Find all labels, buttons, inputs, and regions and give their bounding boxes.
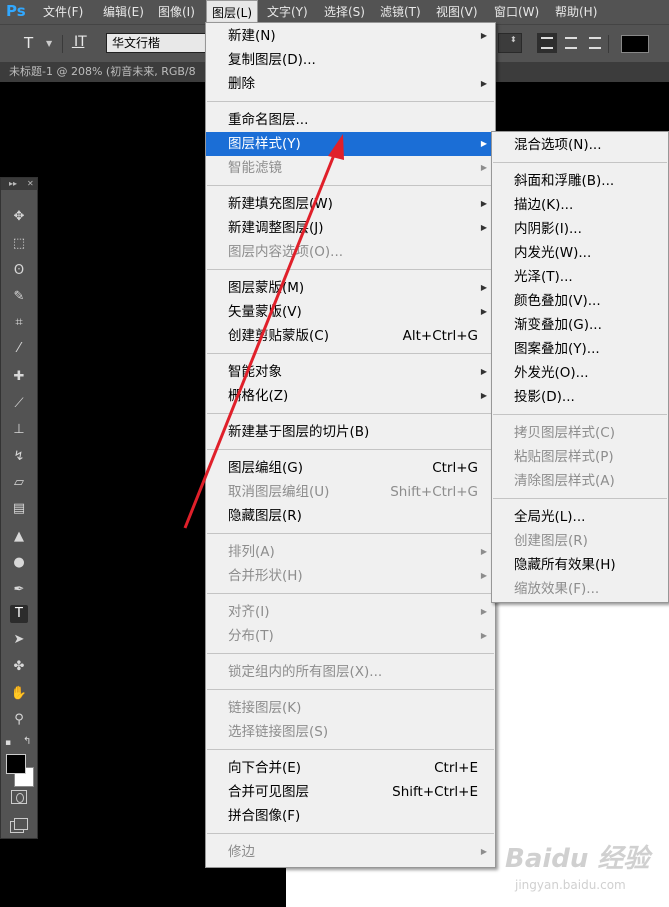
annotation-arrowhead <box>328 134 344 160</box>
watermark-url: jingyan.baidu.com <box>515 878 626 892</box>
annotation-arrow <box>183 134 344 529</box>
baidu-watermark: Baidu 经验 jingyan.baidu.com <box>505 828 655 898</box>
annotation-arrow-line <box>183 149 338 529</box>
watermark-logo: Baidu 经验 <box>505 844 650 874</box>
